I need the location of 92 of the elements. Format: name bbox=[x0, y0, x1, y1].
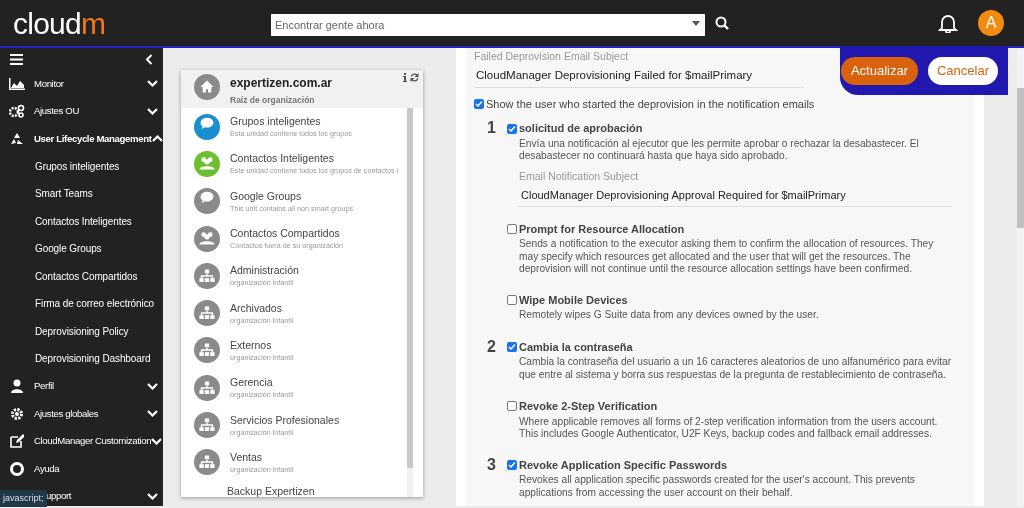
info-icon[interactable] bbox=[403, 73, 407, 82]
step-title: Revoke Application Specific Passwords bbox=[519, 457, 728, 473]
collapse-icon[interactable] bbox=[145, 53, 153, 65]
text-field[interactable]: CloudManager Deprovisioning Approval Required for $mailPrimary bbox=[519, 184, 952, 207]
sidebar-item[interactable]: User Lifecycle Management bbox=[34, 131, 152, 146]
chevron-icon[interactable] bbox=[151, 135, 163, 143]
chart-icon bbox=[9, 77, 25, 90]
org-chart-icon bbox=[194, 374, 220, 401]
org-chart-icon bbox=[194, 337, 220, 364]
org-root-title[interactable]: expertizen.com.ar bbox=[230, 74, 333, 92]
chevron-icon[interactable] bbox=[151, 437, 163, 445]
settings-icon bbox=[10, 406, 24, 421]
step-title: Revoke 2-Step Verification bbox=[519, 399, 658, 414]
step-title: Cambia la contraseña bbox=[519, 339, 633, 355]
scrollbar-thumb[interactable] bbox=[407, 108, 413, 468]
search-icon[interactable] bbox=[715, 16, 729, 30]
text-field[interactable]: CloudManager Deprovisioning Failed for $mailPrimary bbox=[474, 64, 804, 88]
chevron-icon[interactable] bbox=[147, 492, 158, 500]
recycle-icon bbox=[10, 131, 24, 146]
org-unit-title[interactable]: Administración bbox=[230, 263, 299, 278]
field-label: Failed Deprovision Email Subject bbox=[474, 49, 630, 64]
sidebar-subitem[interactable]: Contactos Inteligentes bbox=[35, 213, 132, 229]
home-icon bbox=[194, 74, 220, 100]
sidebar-item[interactable]: Ayuda bbox=[34, 461, 60, 476]
sidebar-subitem[interactable]: Firma de correo electrónico bbox=[35, 296, 154, 312]
chat-icon bbox=[194, 113, 220, 140]
checkbox[interactable] bbox=[507, 123, 517, 134]
checkbox[interactable] bbox=[507, 223, 517, 234]
org-unit-title[interactable]: Backup Expertizen bbox=[227, 483, 315, 497]
checkbox[interactable] bbox=[507, 294, 517, 305]
org-unit-title[interactable]: Google Groups bbox=[230, 188, 354, 203]
org-unit-title[interactable]: Ventas bbox=[230, 449, 294, 464]
step-title: solicitud de aprobación bbox=[519, 121, 643, 137]
step-description: Remotely wipes G Suite data from any devices owned by the user. bbox=[518, 309, 820, 322]
people-icon bbox=[194, 150, 220, 177]
update-button[interactable]: Actualizar bbox=[840, 56, 918, 85]
chevron-icon[interactable] bbox=[147, 80, 158, 88]
checkbox-label: Show the user who started the deprovision in the notification emails bbox=[486, 96, 815, 112]
sidebar-subitem[interactable]: Contactos Compartidos bbox=[35, 268, 138, 284]
step-title: Wipe Mobile Devices bbox=[519, 292, 628, 308]
org-root-subtitle: Raíz de organización bbox=[230, 94, 316, 107]
edit-icon bbox=[10, 434, 24, 449]
step-description: Envía una notificación al ejecutor que les permite aprobar o rechazar la desabastecer. El desabastecer no continuará hasta que haya sido aprobado. bbox=[518, 137, 920, 163]
org-chart-icon bbox=[194, 412, 220, 438]
chat-icon bbox=[194, 188, 220, 215]
chevron-icon[interactable] bbox=[147, 382, 158, 390]
logo: cloudm bbox=[13, 6, 106, 40]
caret-icon bbox=[692, 21, 700, 26]
checkbox[interactable] bbox=[507, 459, 517, 470]
step-number: 3 bbox=[486, 456, 497, 475]
org-unit-title[interactable]: Contactos Compartidos bbox=[230, 226, 344, 241]
org-unit-title[interactable]: Archivados bbox=[230, 300, 294, 315]
chevron-icon[interactable] bbox=[147, 410, 158, 418]
chevron-icon[interactable] bbox=[147, 107, 158, 115]
org-unit-title[interactable]: Gerencia bbox=[230, 375, 294, 390]
gears-icon bbox=[9, 104, 25, 119]
org-chart-icon bbox=[194, 449, 220, 476]
user-icon bbox=[11, 379, 23, 394]
people-icon bbox=[194, 225, 220, 252]
sidebar-subitem[interactable]: Deprovisioning Dashboard bbox=[35, 351, 151, 367]
sidebar-subitem[interactable]: Deprovisioning Policy bbox=[35, 323, 129, 339]
checkbox[interactable] bbox=[507, 341, 517, 352]
org-unit-title[interactable]: Contactos Inteligentes bbox=[230, 151, 399, 166]
step-description: Revokes all application specific passwords created for the user's account. This prevents applications from accessing the user account on their behalf. bbox=[518, 474, 916, 499]
sidebar-item[interactable]: Ajustes globales bbox=[34, 406, 99, 421]
step-description: Sends a notification to the executor asking them to confirm the allocation of resources. They may specify which resources get allocated and the user that will get the resources. The deprovision will not continue until the resource allocation settings have been confirmed. bbox=[518, 238, 935, 276]
search-field[interactable]: Encontrar gente ahora bbox=[271, 14, 705, 36]
step-title: Prompt for Resource Allocation bbox=[519, 221, 685, 237]
org-unit-title[interactable]: Grupos inteligentes bbox=[230, 114, 352, 129]
step-description: Where applicable removes all forms of 2-step verification information from the users account. This includes Google Authenticator, U2F Keys, backup codes and fallback email addresses. bbox=[518, 415, 939, 441]
bell-icon[interactable] bbox=[938, 13, 958, 33]
sidebar-item[interactable]: Monitor bbox=[34, 76, 64, 91]
scrollbar-thumb[interactable] bbox=[1017, 88, 1024, 228]
step-number: 1 bbox=[486, 120, 497, 139]
org-chart-icon bbox=[194, 262, 220, 289]
step-number: 2 bbox=[486, 338, 497, 357]
org-chart-icon bbox=[194, 300, 220, 327]
org-unit-title[interactable]: Externos bbox=[230, 337, 294, 352]
lifebuoy-icon bbox=[10, 461, 24, 476]
sidebar-item[interactable]: Ajustes OU bbox=[34, 104, 80, 119]
menu-icon[interactable] bbox=[10, 53, 23, 65]
sidebar-item[interactable]: CloudManager Customization bbox=[34, 434, 152, 449]
step-description: Cambia la contraseña del usuario a un 16 caracteres aleatorios de uno alfanumérico para evitar que entre al sistema y borra sus respuestas de la pregunta de restablecimiento de contraseña. bbox=[518, 356, 952, 381]
field-label: Email Notification Subject bbox=[518, 168, 640, 184]
checkbox[interactable] bbox=[507, 401, 517, 412]
sidebar-subitem[interactable]: Smart Teams bbox=[35, 186, 93, 202]
sidebar-subitem[interactable]: Grupos inteligentes bbox=[35, 158, 120, 174]
refresh-icon[interactable] bbox=[410, 73, 419, 82]
org-unit-title[interactable]: Servicios Profesionales bbox=[230, 412, 340, 427]
sidebar-subitem[interactable]: Google Groups bbox=[35, 241, 102, 257]
sidebar-item[interactable]: Perfil bbox=[34, 379, 54, 394]
cancel-button[interactable]: Cancelar bbox=[927, 56, 998, 85]
